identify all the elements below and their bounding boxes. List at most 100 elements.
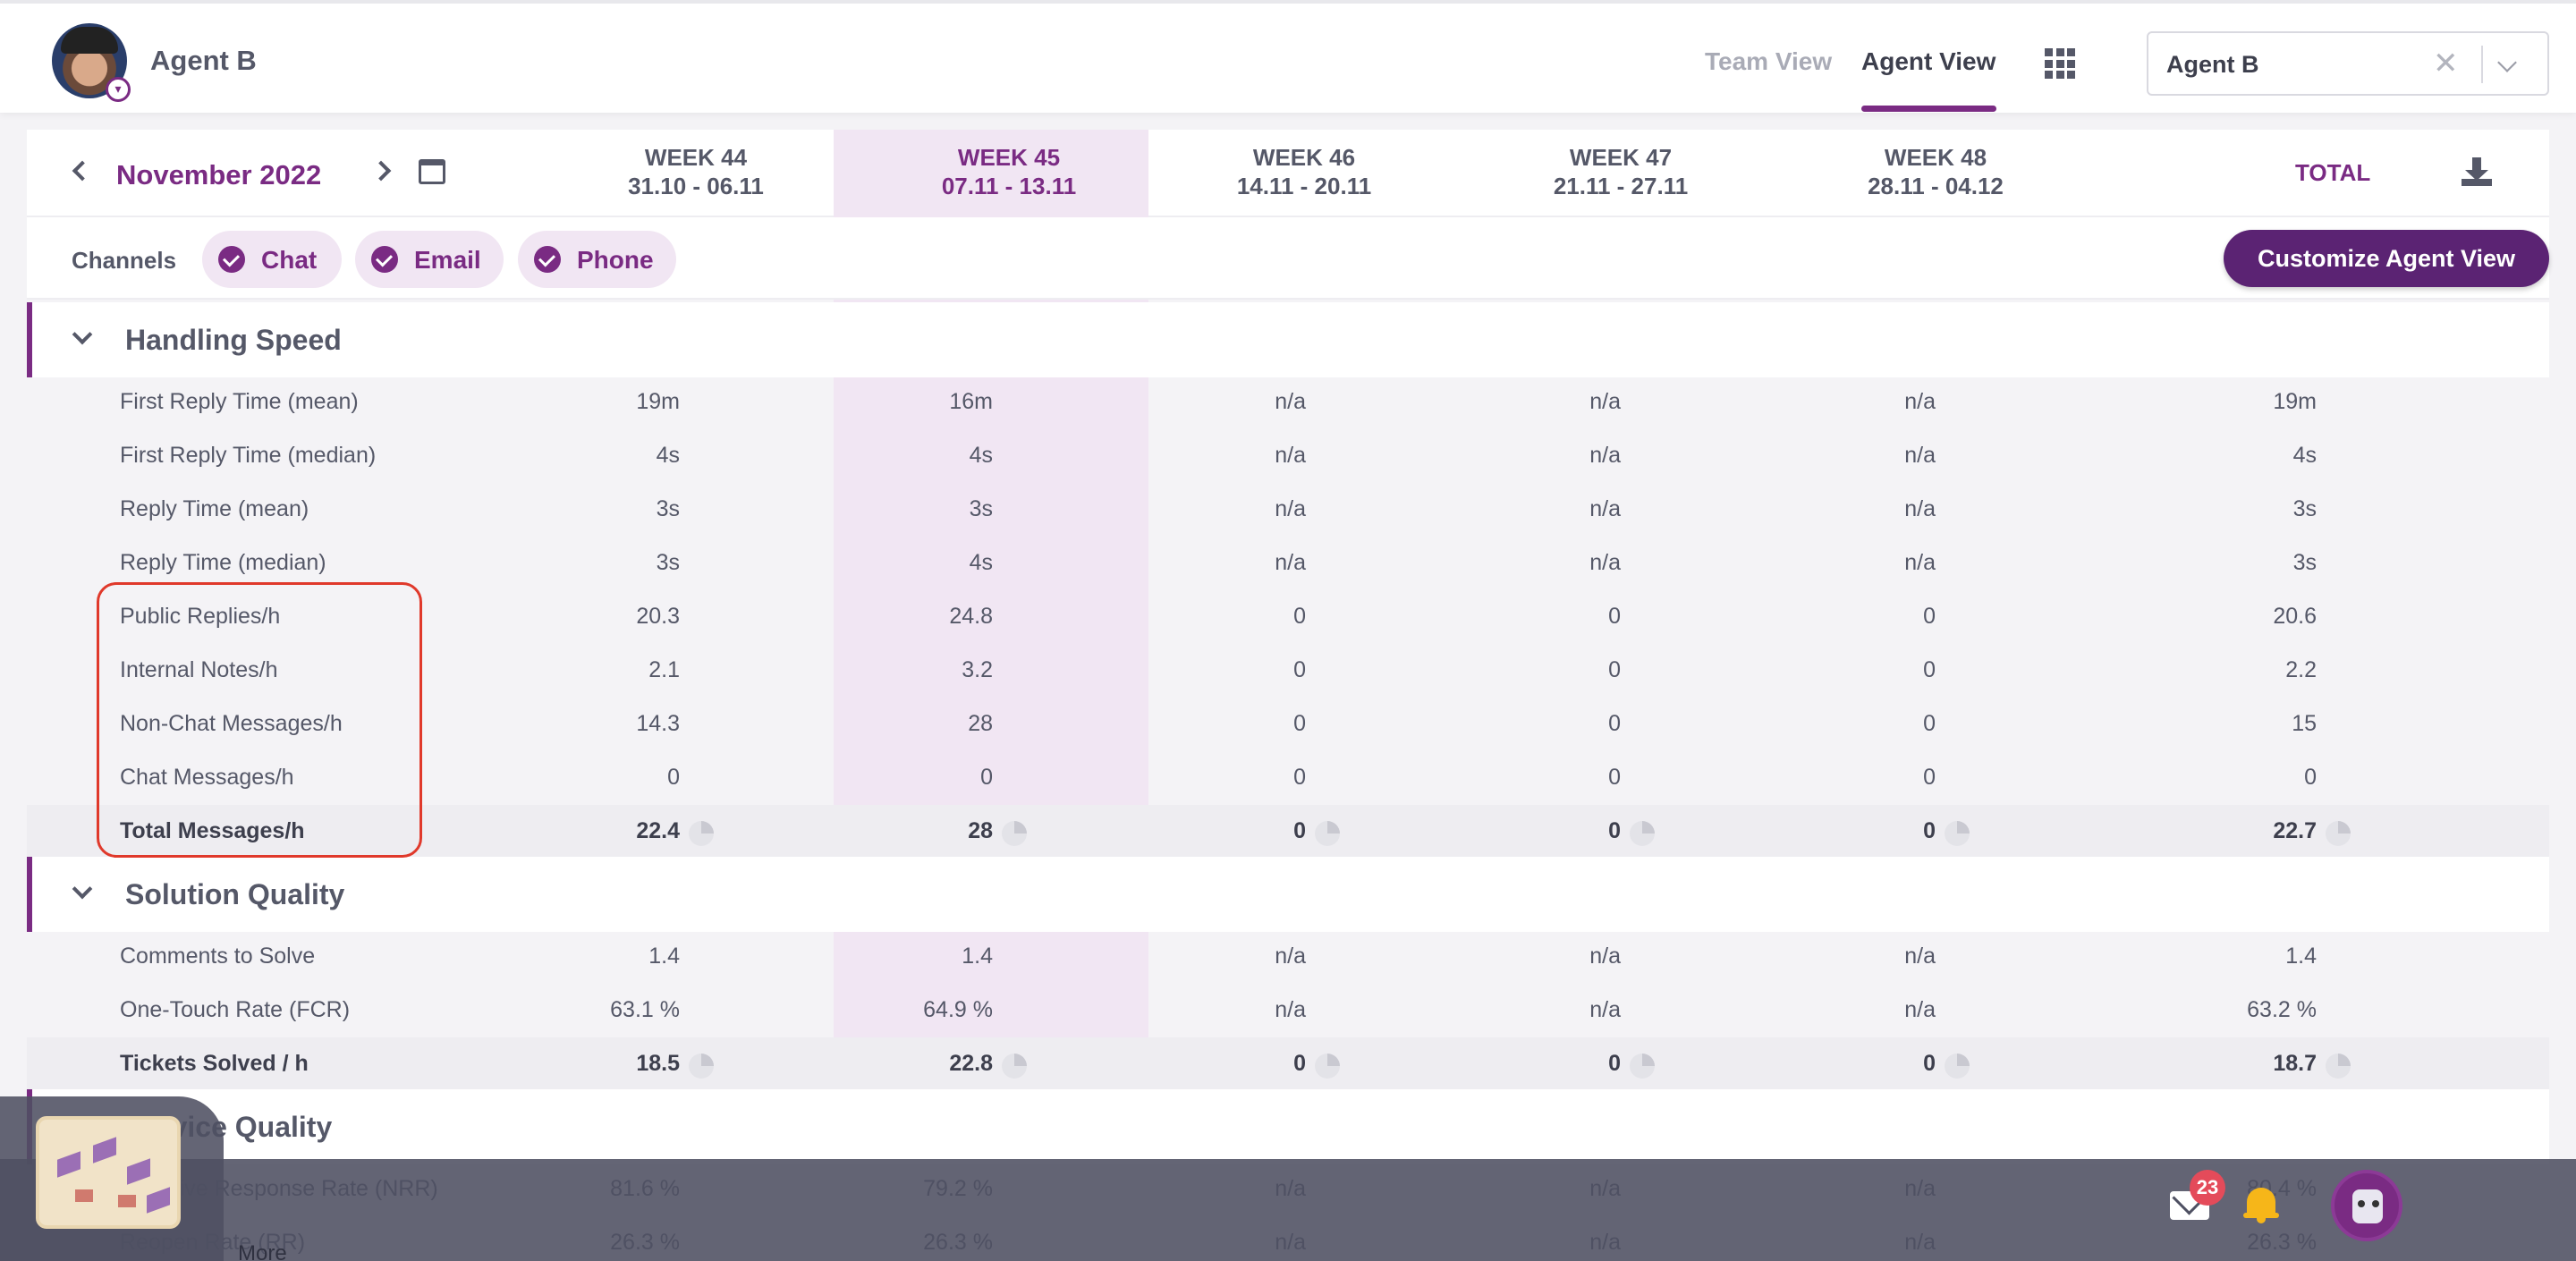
agent-name: Agent B — [150, 45, 257, 76]
pie-chart-icon[interactable] — [1945, 1054, 1970, 1079]
row-label: Reply Time (median) — [120, 550, 326, 575]
row-label: First Reply Time (mean) — [120, 389, 359, 414]
cell-value: 3s — [656, 496, 680, 521]
cell-value: 1.4 — [962, 944, 993, 969]
pie-chart-icon[interactable] — [2326, 821, 2351, 846]
download-icon[interactable] — [2462, 157, 2492, 186]
cell-value: 0 — [1608, 818, 1621, 843]
map-thumbnail[interactable] — [36, 1116, 181, 1229]
cell-value: 0 — [1293, 1051, 1306, 1076]
cell-value: n/a — [1904, 496, 1936, 521]
bell-icon[interactable] — [2243, 1184, 2279, 1223]
cell-value: 16m — [949, 389, 993, 414]
cell-value: 63.2 % — [2247, 997, 2317, 1022]
channel-chip-email[interactable]: Email — [355, 231, 504, 288]
cell-value: n/a — [1904, 944, 1936, 969]
agent-select[interactable]: Agent B ✕ — [2147, 31, 2549, 96]
check-icon — [534, 246, 561, 273]
apps-grid-icon[interactable] — [2045, 48, 2075, 79]
pie-chart-icon[interactable] — [1002, 821, 1027, 846]
cell-value: n/a — [1589, 944, 1621, 969]
pie-chart-icon[interactable] — [1315, 1054, 1340, 1079]
cell-value: n/a — [1589, 389, 1621, 414]
cell-value: 63.1 % — [610, 997, 680, 1022]
cell-value: n/a — [1275, 496, 1306, 521]
cell-value: n/a — [1275, 550, 1306, 575]
week-44-header: WEEK 44 31.10 - 06.11 — [628, 144, 764, 199]
check-icon — [371, 246, 398, 273]
cell-value: 22.4 — [636, 818, 680, 843]
cell-value: 19m — [636, 389, 680, 414]
cell-value: 22.8 — [949, 1051, 993, 1076]
cell-value: 64.9 % — [923, 997, 993, 1022]
week-45-header: WEEK 45 07.11 - 13.11 — [941, 144, 1077, 199]
agent-avatar[interactable]: ▾ — [52, 23, 131, 102]
clear-icon[interactable]: ✕ — [2433, 46, 2459, 81]
cell-value: 19m — [2273, 389, 2317, 414]
month-label: November 2022 — [116, 159, 322, 190]
chevron-down-icon[interactable] — [72, 324, 93, 345]
cell-value: 3.2 — [962, 657, 993, 682]
tab-agent-view[interactable]: Agent View — [1861, 47, 1996, 76]
cell-value: 0 — [1293, 657, 1306, 682]
pie-chart-icon[interactable] — [689, 1054, 714, 1079]
chevron-down-icon[interactable] — [2497, 53, 2517, 72]
cell-value: 1.4 — [648, 944, 680, 969]
assistant-bot-avatar[interactable] — [2331, 1170, 2402, 1241]
cell-value: 4s — [969, 550, 993, 575]
channels-label: Channels — [72, 247, 177, 274]
row-label: Tickets Solved / h — [120, 1051, 309, 1076]
pie-chart-icon[interactable] — [1315, 821, 1340, 846]
avatar-dropdown-icon[interactable]: ▾ — [106, 77, 131, 102]
row-label: First Reply Time (median) — [120, 443, 377, 468]
cell-value: n/a — [1904, 550, 1936, 575]
cell-value: 22.7 — [2273, 818, 2317, 843]
mail-count-badge: 23 — [2190, 1170, 2225, 1206]
select-divider — [2481, 46, 2483, 83]
channel-chip-chat[interactable]: Chat — [202, 231, 342, 288]
section-service-quality[interactable]: Service Quality — [27, 1089, 2549, 1164]
chevron-down-icon[interactable] — [72, 878, 93, 900]
row-label: Comments to Solve — [120, 944, 316, 969]
cell-value: 3s — [969, 496, 993, 521]
active-tab-indicator — [1861, 106, 1996, 112]
section-solution-quality[interactable]: Solution Quality — [27, 857, 2549, 932]
week-46-header: WEEK 46 14.11 - 20.11 — [1236, 144, 1372, 199]
more-link[interactable]: More — [238, 1241, 287, 1261]
cell-value: n/a — [1275, 443, 1306, 468]
week-47-header: WEEK 47 21.11 - 27.11 — [1553, 144, 1689, 199]
check-icon — [218, 246, 245, 273]
table-row: Reply Time (mean) 3s 3s n/a n/a n/a 3s — [27, 483, 2549, 537]
tab-team-view[interactable]: Team View — [1705, 47, 1832, 76]
pie-chart-icon[interactable] — [1630, 1054, 1655, 1079]
cell-value: 3s — [2292, 550, 2317, 575]
pie-chart-icon[interactable] — [1630, 821, 1655, 846]
section-handling-speed[interactable]: Handling Speed — [27, 302, 2549, 377]
cell-value: n/a — [1275, 944, 1306, 969]
table-row: First Reply Time (mean) 19m 16m n/a n/a n/a 19… — [27, 376, 2549, 429]
cell-value: 0 — [1923, 711, 1936, 736]
cell-value: n/a — [1589, 997, 1621, 1022]
cell-value: 0 — [980, 765, 993, 790]
channel-chip-phone[interactable]: Phone — [518, 231, 676, 288]
cell-value: 2.1 — [648, 657, 680, 682]
cell-value: 0 — [1923, 604, 1936, 629]
cell-value: 18.5 — [636, 1051, 680, 1076]
cell-value: 14.3 — [636, 711, 680, 736]
cell-value: 0 — [1608, 1051, 1621, 1076]
pie-chart-icon[interactable] — [1002, 1054, 1027, 1079]
customize-agent-view-button[interactable]: Customize Agent View — [2224, 230, 2549, 287]
calendar-icon[interactable] — [419, 159, 445, 184]
pie-chart-icon[interactable] — [2326, 1054, 2351, 1079]
cell-value: n/a — [1589, 496, 1621, 521]
cell-value: 0 — [1608, 604, 1621, 629]
cell-value: 28 — [968, 711, 993, 736]
cell-value: 0 — [1293, 711, 1306, 736]
annotation-highlight-box — [97, 582, 422, 858]
pie-chart-icon[interactable] — [1945, 821, 1970, 846]
cell-value: 0 — [1923, 1051, 1936, 1076]
pie-chart-icon[interactable] — [689, 821, 714, 846]
cell-value: 4s — [2292, 443, 2317, 468]
cell-value: 0 — [1923, 818, 1936, 843]
row-label: Reply Time (mean) — [120, 496, 309, 521]
